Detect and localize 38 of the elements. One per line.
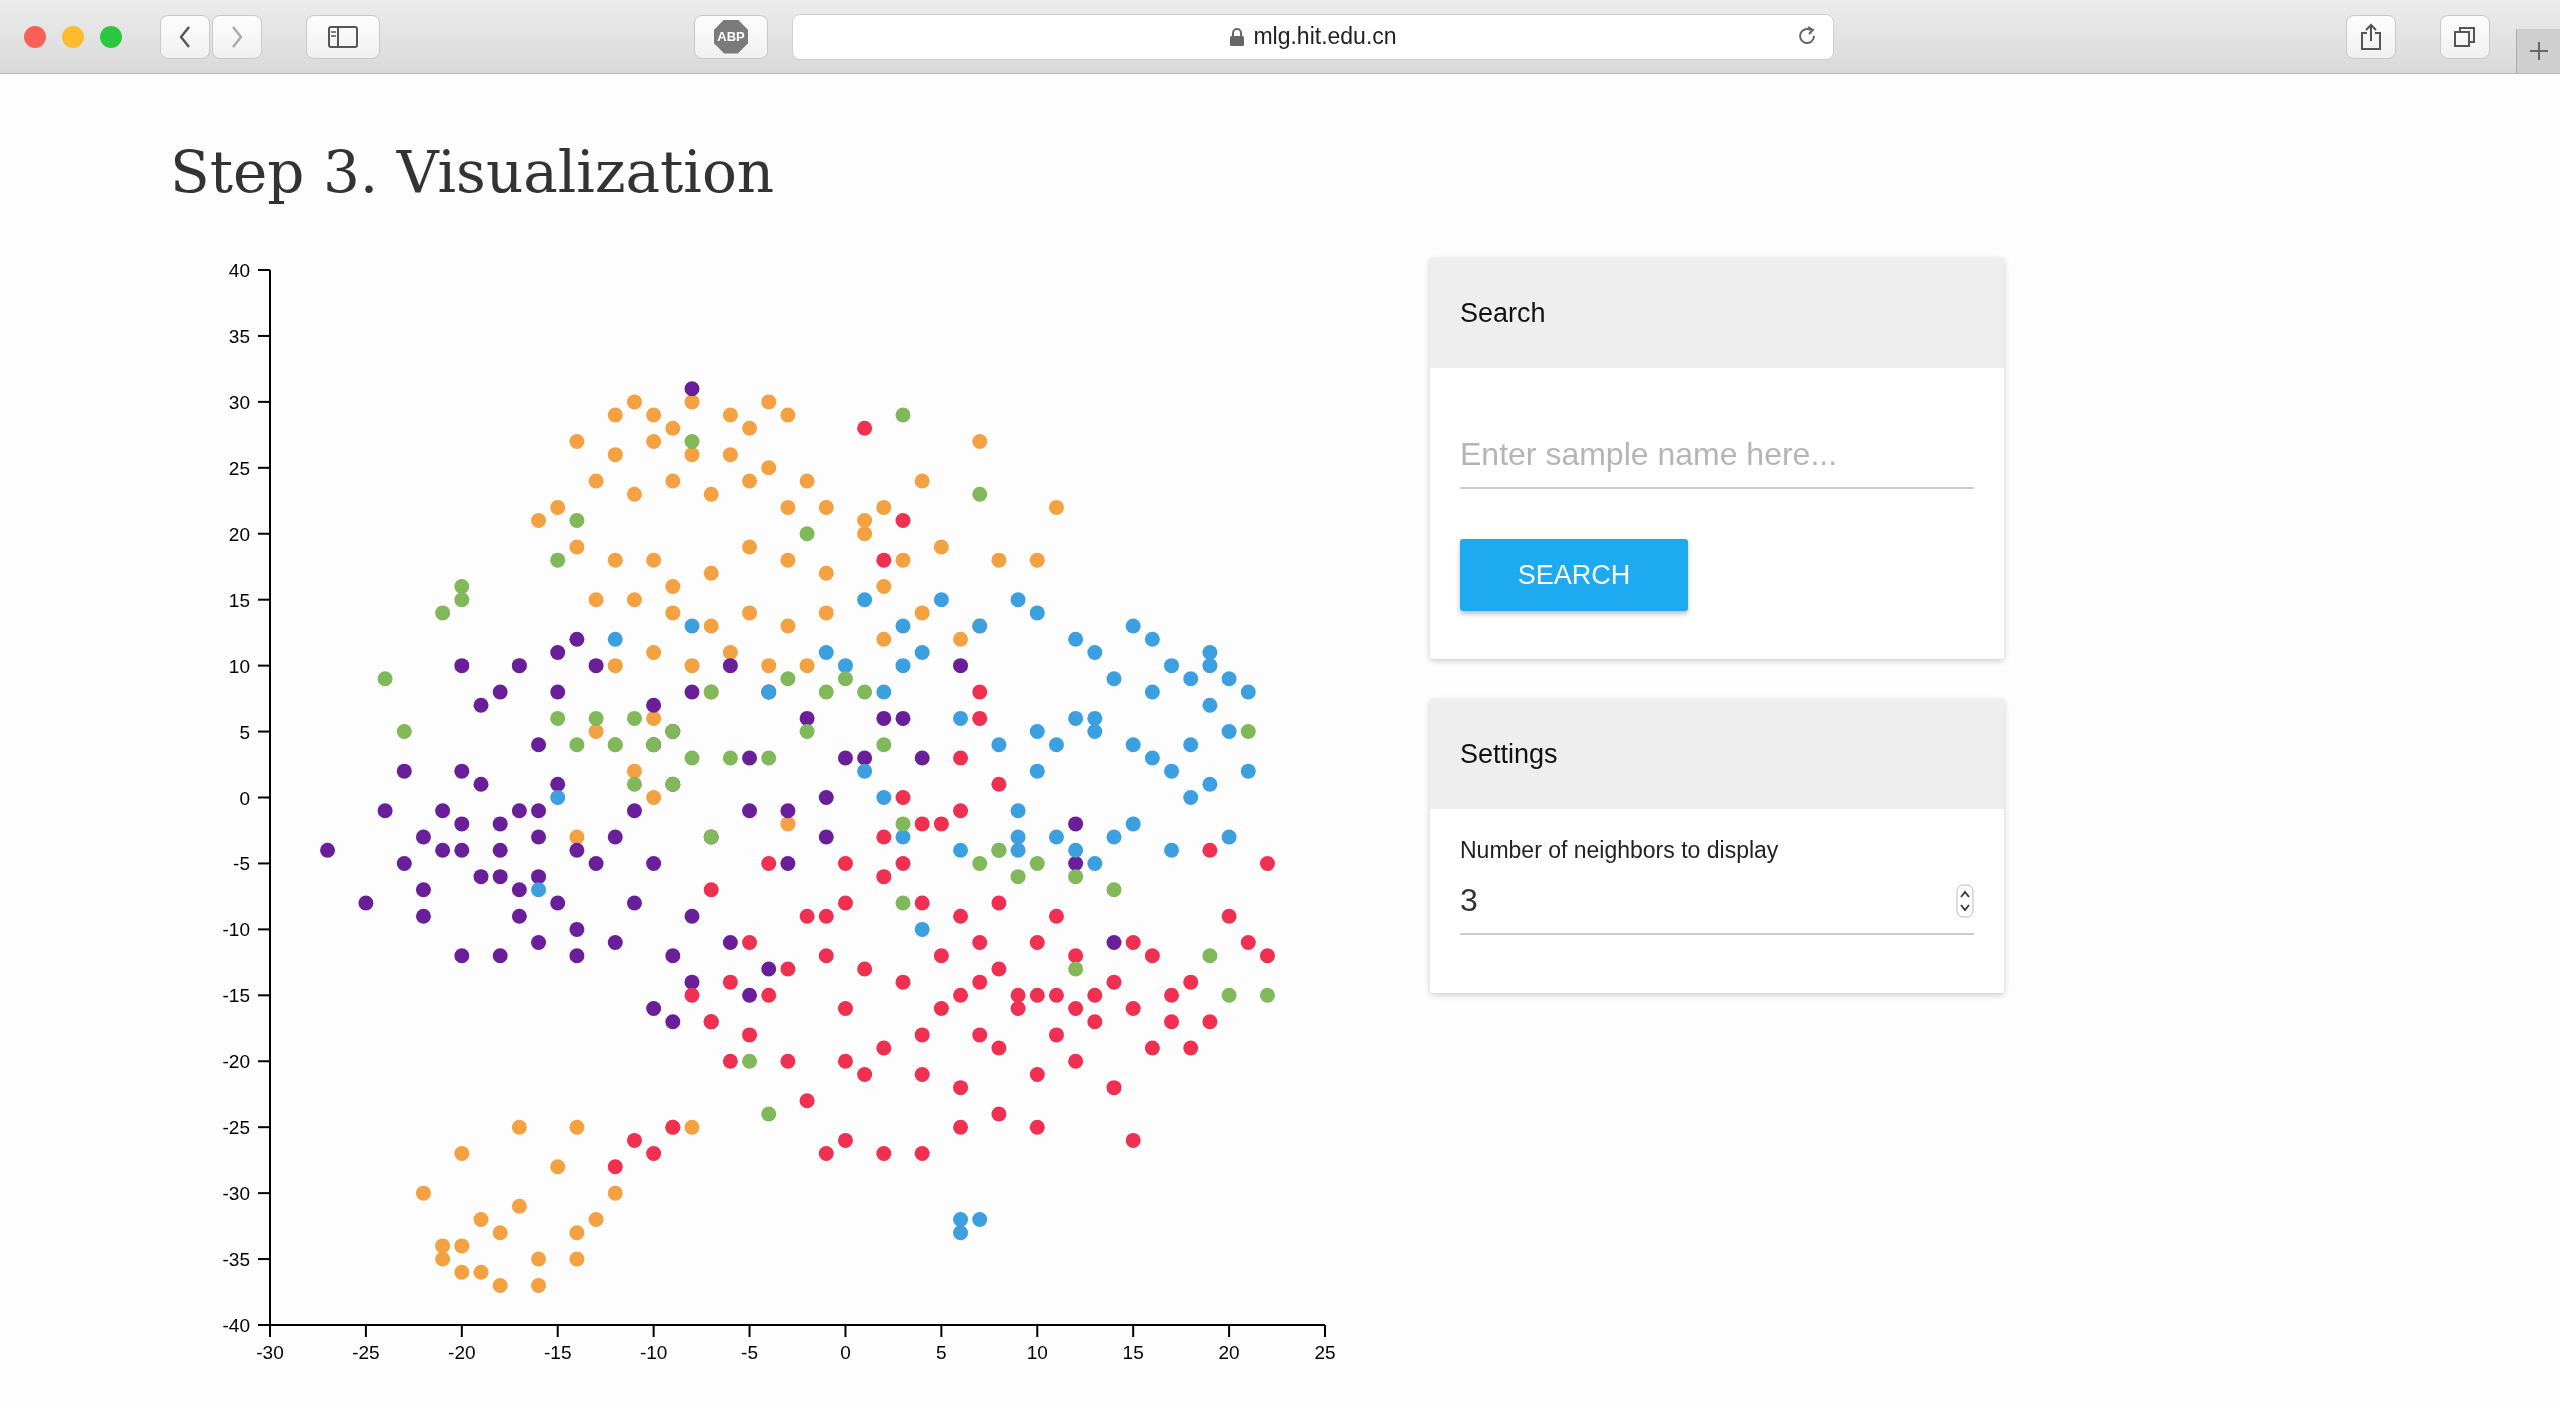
- address-bar[interactable]: mlg.hit.edu.cn: [792, 13, 1834, 60]
- tick-label: -25: [352, 1342, 380, 1360]
- tick-label: -10: [222, 919, 250, 941]
- neighbors-number-field[interactable]: 3: [1460, 882, 1956, 919]
- tick-label: 10: [228, 655, 250, 677]
- tick-label: 25: [228, 457, 250, 479]
- tick-label: 20: [1218, 1342, 1240, 1360]
- tick-label: 0: [239, 787, 250, 809]
- card-title: Search: [1460, 297, 1546, 329]
- card-title: Settings: [1460, 738, 1558, 770]
- tick-label: -5: [233, 853, 250, 875]
- adblock-button[interactable]: ABP: [694, 14, 768, 59]
- tick-label: -40: [222, 1315, 250, 1336]
- tick-label: 5: [239, 721, 250, 743]
- url-text: mlg.hit.edu.cn: [1253, 23, 1397, 50]
- tick-label: 15: [228, 589, 250, 611]
- page-heading: Step 3. Visualization: [170, 138, 776, 206]
- tick-label: 0: [840, 1342, 851, 1360]
- tick-label: 40: [228, 260, 250, 281]
- tick-label: 25: [1314, 1342, 1336, 1360]
- field-label: Number of neighbors to display: [1460, 837, 1779, 864]
- tick-label: 30: [228, 391, 250, 413]
- tick-label: 20: [228, 523, 250, 545]
- tick-label: -25: [222, 1117, 250, 1139]
- tick-label: -20: [448, 1342, 476, 1360]
- tick-label: -30: [222, 1183, 250, 1205]
- tick-label: -15: [222, 985, 250, 1007]
- tick-label: -35: [222, 1249, 250, 1271]
- tick-label: -5: [741, 1342, 758, 1360]
- tick-label: -20: [222, 1051, 250, 1073]
- tick-label: 5: [936, 1342, 947, 1360]
- tick-label: -10: [639, 1342, 668, 1360]
- tick-label: -30: [256, 1342, 284, 1360]
- search-field[interactable]: Enter sample name here...: [1460, 428, 1974, 489]
- tick-label: 15: [1122, 1342, 1144, 1360]
- tick-label: 35: [228, 325, 250, 347]
- tick-label: 10: [1026, 1342, 1048, 1360]
- tick-label: -15: [544, 1342, 572, 1360]
